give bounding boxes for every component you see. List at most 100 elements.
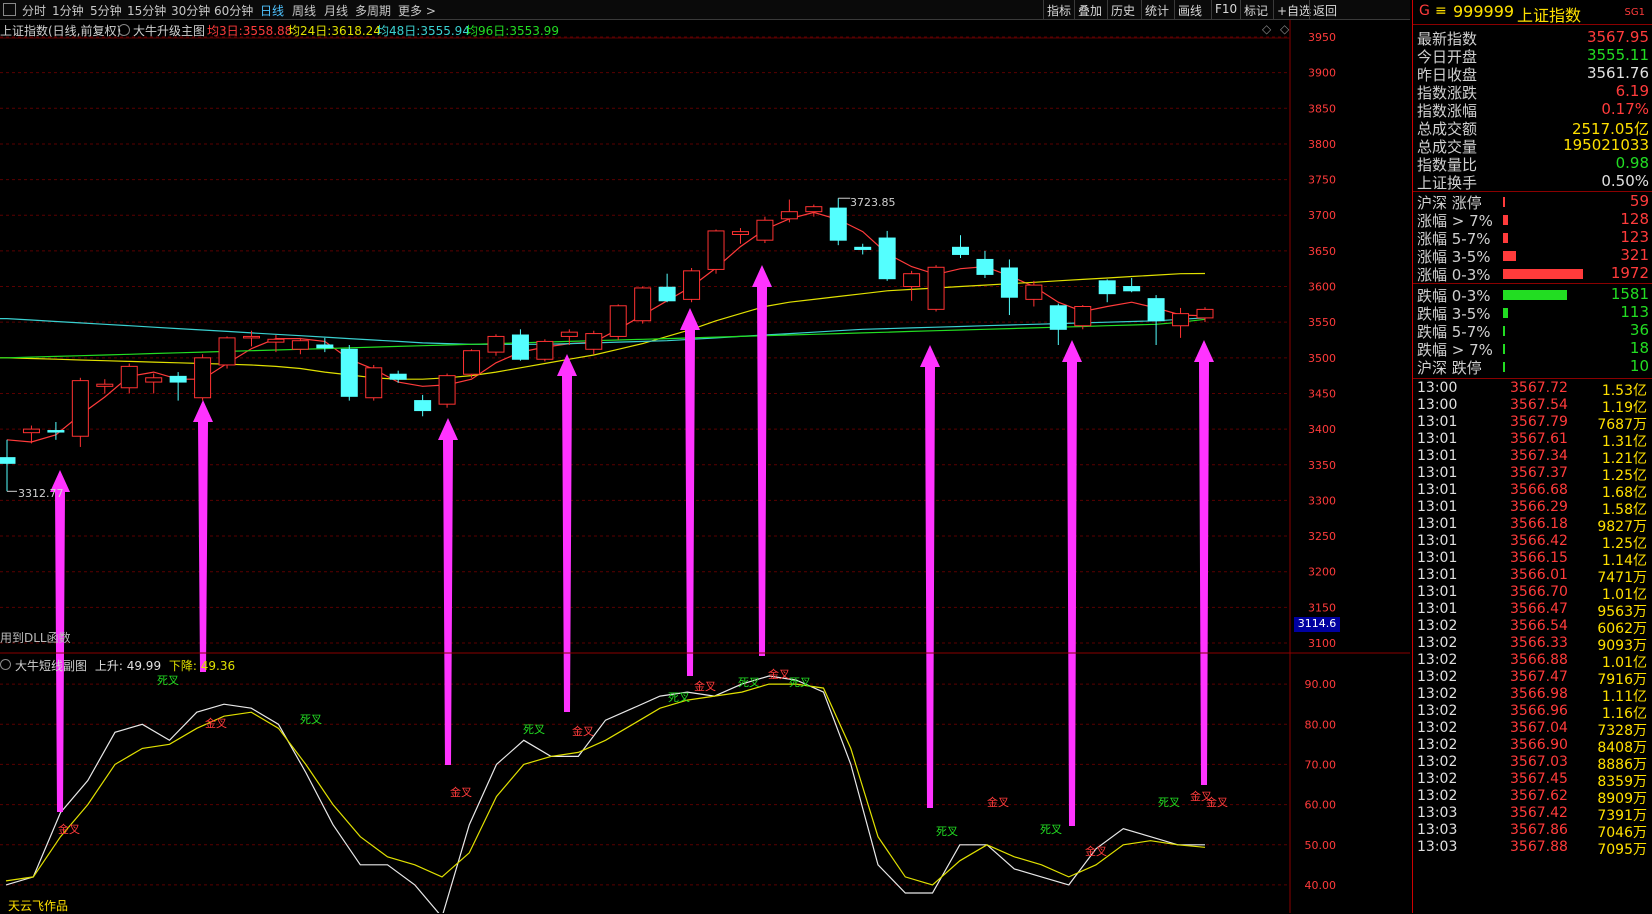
candle-body xyxy=(609,305,627,337)
stat-label: 上证换手 xyxy=(1417,174,1478,192)
breadth-row: 涨幅 > 7% 128 xyxy=(1415,210,1651,230)
breadth-bar xyxy=(1503,290,1567,300)
stat-row: 总成交量 195021033 xyxy=(1415,136,1651,156)
tick-time: 13:03 xyxy=(1417,822,1458,838)
price-tick: 3200 xyxy=(1308,566,1336,579)
candle-body xyxy=(658,286,676,302)
quote-panel: G ≡ 999999 上证指数 SG1 最新指数 3567.95 今日开盘 3555.… xyxy=(1412,0,1652,913)
price-tick: 3350 xyxy=(1308,459,1336,472)
stat-value: 3561.76 xyxy=(1586,64,1649,82)
tick-price: 3566.70 xyxy=(1510,584,1568,600)
price-tick: 3650 xyxy=(1308,245,1336,258)
breadth-value: 59 xyxy=(1629,192,1649,210)
sub-tick: 90.00 xyxy=(1305,678,1337,691)
candle-body xyxy=(340,348,358,397)
tick-row: 13:01 3566.01 7471万 xyxy=(1415,567,1651,586)
tick-time: 13:01 xyxy=(1417,601,1458,617)
candle-body xyxy=(585,333,603,350)
tick-row: 13:02 3567.04 7328万 xyxy=(1415,720,1651,739)
breadth-bar xyxy=(1503,215,1508,225)
panel-divider xyxy=(1413,283,1652,284)
tick-time: 13:03 xyxy=(1417,805,1458,821)
tick-row: 13:03 3567.86 7046万 xyxy=(1415,822,1651,841)
ma3-line xyxy=(6,211,1206,443)
golden-cross-label: 金叉 xyxy=(694,679,716,693)
stat-value: 3567.95 xyxy=(1586,28,1649,46)
tick-time: 13:02 xyxy=(1417,635,1458,651)
candle-body xyxy=(22,428,40,434)
breadth-row: 跌幅 5-7% 36 xyxy=(1415,321,1651,341)
candle-body xyxy=(389,373,407,380)
death-cross-label: 死叉 xyxy=(936,825,958,838)
sub-settings-icon[interactable] xyxy=(0,659,11,670)
tick-price: 3567.79 xyxy=(1510,414,1568,430)
quote-title: G ≡ 999999 上证指数 SG1 xyxy=(1413,0,1652,25)
death-cross-label: 死叉 xyxy=(789,676,811,689)
sg-tag: SG1 xyxy=(1624,7,1645,18)
tick-row: 13:03 3567.88 7095万 xyxy=(1415,839,1651,858)
price-tick: 3500 xyxy=(1308,352,1336,365)
breadth-row: 涨幅 3-5% 321 xyxy=(1415,246,1651,266)
ma24-line xyxy=(0,272,1206,380)
tick-time: 13:00 xyxy=(1417,397,1458,413)
death-cross-label: 死叉 xyxy=(668,691,690,704)
sub-chart-header: 大牛短线副图 上升: 49.99 下降: 49.36 xyxy=(0,657,235,674)
low-marker: 3312.77 xyxy=(18,487,64,500)
panel-divider xyxy=(1413,191,1652,192)
candle-body xyxy=(316,344,334,349)
tick-time: 13:01 xyxy=(1417,431,1458,447)
candle-body xyxy=(487,335,505,353)
breadth-bar xyxy=(1503,251,1516,261)
tick-time: 13:02 xyxy=(1417,720,1458,736)
price-tick: 3950 xyxy=(1308,31,1336,44)
price-tick: 3700 xyxy=(1308,209,1336,222)
breadth-bar xyxy=(1503,362,1505,372)
breadth-value: 113 xyxy=(1620,303,1649,321)
breadth-bar xyxy=(1503,233,1508,243)
tick-time: 13:01 xyxy=(1417,465,1458,481)
tick-price: 3566.18 xyxy=(1510,516,1568,532)
tick-time: 13:02 xyxy=(1417,652,1458,668)
sub-tick: 40.00 xyxy=(1305,879,1337,892)
tick-time: 13:01 xyxy=(1417,533,1458,549)
stat-row: 今日开盘 3555.11 xyxy=(1415,46,1651,66)
candle-body xyxy=(829,207,847,241)
tick-price: 3567.03 xyxy=(1510,754,1568,770)
sub-tick: 50.00 xyxy=(1305,839,1337,852)
price-tick: 3100 xyxy=(1308,637,1336,650)
stat-row: 指数涨幅 0.17% xyxy=(1415,100,1651,120)
tick-row: 13:01 3566.70 1.01亿 xyxy=(1415,584,1651,603)
stat-value: 0.98 xyxy=(1615,154,1649,172)
candle-body xyxy=(194,357,212,399)
tick-time: 13:02 xyxy=(1417,669,1458,685)
tick-row: 13:02 3567.45 8359万 xyxy=(1415,771,1651,790)
candle-body xyxy=(707,230,725,270)
price-tick: 3850 xyxy=(1308,102,1336,115)
tick-amount: 7095万 xyxy=(1597,842,1647,858)
candle-body xyxy=(756,219,774,241)
breadth-value: 36 xyxy=(1629,321,1649,339)
golden-cross-label: 金叉 xyxy=(450,785,472,799)
kline-chart[interactable]: 90.0080.0070.0060.0050.0040.00金叉死叉金叉 死叉金叉… xyxy=(0,0,1410,913)
price-tick: 3550 xyxy=(1308,316,1336,329)
candle-body xyxy=(634,287,652,322)
death-cross-label: 死叉 xyxy=(1040,823,1062,836)
candle-body xyxy=(291,340,309,350)
sub-up-line xyxy=(5,675,1205,913)
candle-body xyxy=(120,365,138,389)
tick-row: 13:01 3566.15 1.14亿 xyxy=(1415,550,1651,569)
candle-body xyxy=(438,375,456,405)
candle-body xyxy=(267,338,285,343)
tick-row: 13:00 3567.72 1.53亿 xyxy=(1415,380,1651,399)
tick-row: 13:01 3566.29 1.58亿 xyxy=(1415,499,1651,518)
panel-divider xyxy=(1413,378,1652,379)
tick-time: 13:01 xyxy=(1417,499,1458,515)
tick-time: 13:00 xyxy=(1417,380,1458,396)
candle-body xyxy=(780,211,798,220)
breadth-row: 涨幅 0-3% 1972 xyxy=(1415,264,1651,284)
stat-value: 3555.11 xyxy=(1586,46,1649,64)
stat-row: 最新指数 3567.95 xyxy=(1415,28,1651,48)
tick-price: 3566.29 xyxy=(1510,499,1568,515)
cursor-price-badge: 3114.6 xyxy=(1294,617,1340,632)
buy-signal-arrow xyxy=(920,345,940,808)
